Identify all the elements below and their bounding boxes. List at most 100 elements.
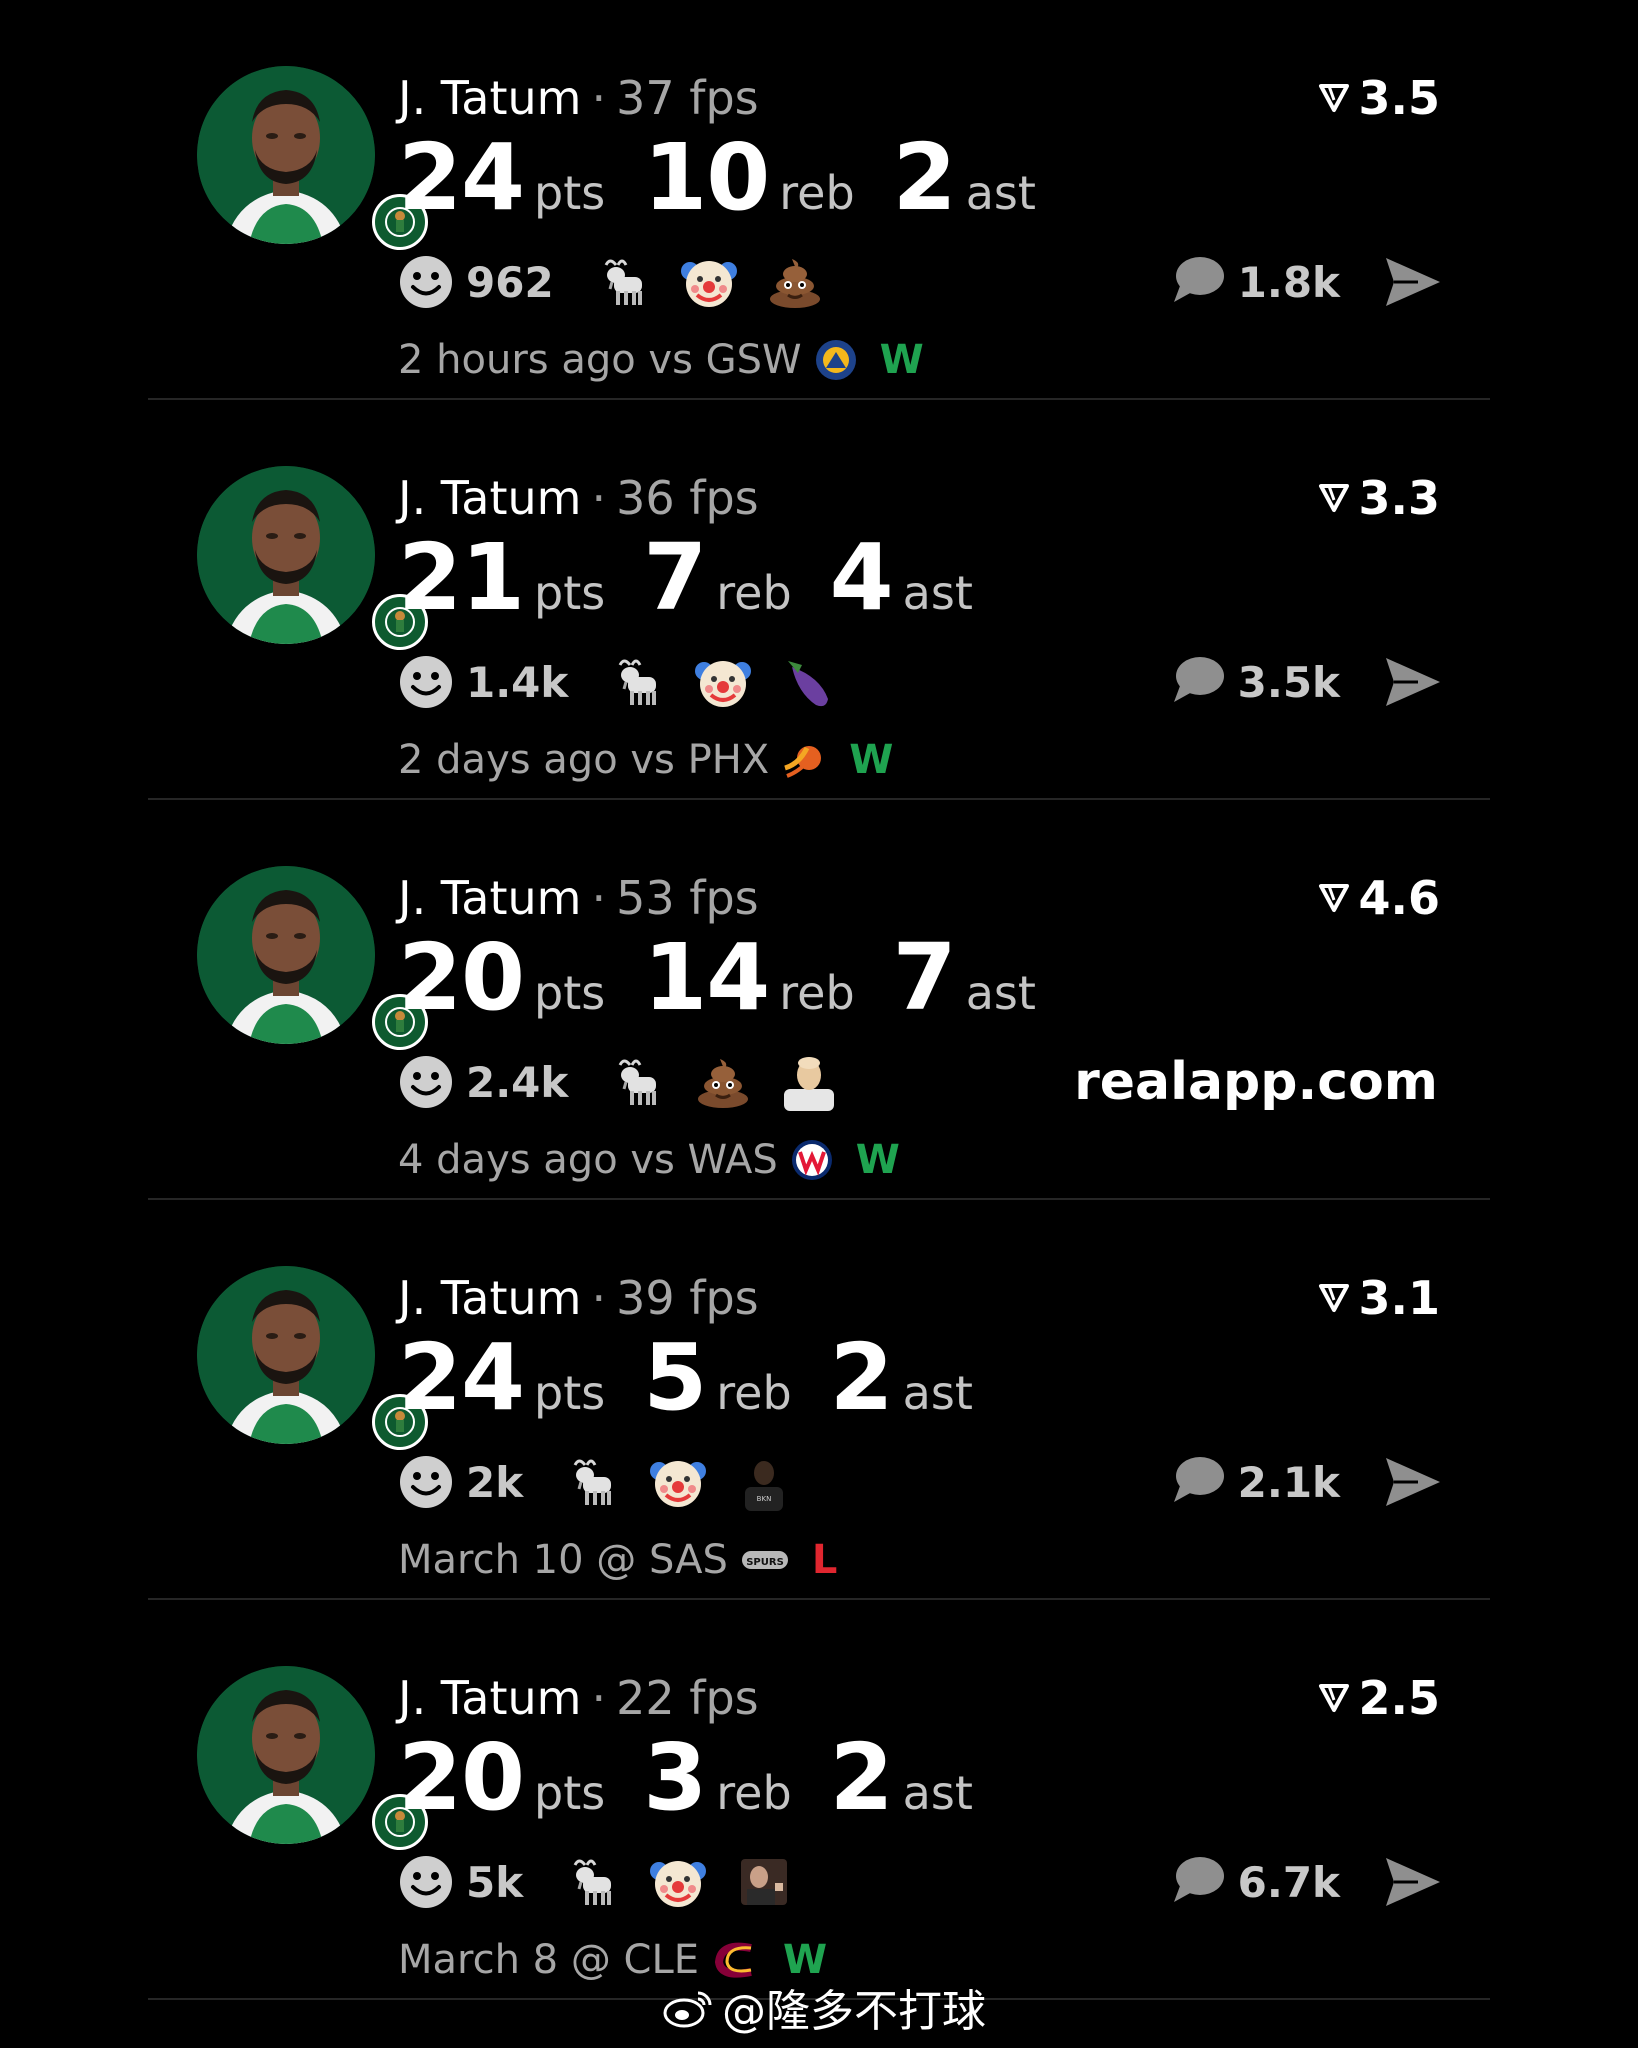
feed-card[interactable]: J. Tatum · 22 fps 20 pts 3 reb 2 ast 2.5 5k 6.7k Mar… — [148, 1600, 1490, 2000]
svg-text:SPURS: SPURS — [746, 1557, 784, 1568]
rating-value: 2.5 — [1358, 1671, 1441, 1725]
send-icon[interactable] — [1384, 654, 1442, 710]
stat-value: 2 — [829, 1724, 894, 1831]
comments-button[interactable]: 6.7k — [1170, 1850, 1340, 1914]
stat-value: 2 — [892, 124, 957, 231]
smile-icon[interactable] — [398, 1054, 454, 1110]
player-avatar[interactable] — [197, 866, 428, 1050]
stat-value: 14 — [643, 924, 770, 1031]
game-info: 2 hours ago vs GSW W — [398, 330, 924, 390]
player-avatar[interactable] — [197, 1266, 428, 1450]
bald-man-icon[interactable] — [780, 1053, 838, 1111]
comments-button[interactable]: 1.8k — [1170, 250, 1340, 314]
stat-reb: 7 reb — [643, 526, 791, 630]
separator: · — [591, 1671, 607, 1725]
eggplant-icon[interactable] — [780, 653, 838, 711]
comments-button[interactable]: 3.5k — [1170, 650, 1340, 714]
game-info: 2 days ago vs PHX W — [398, 730, 893, 790]
feed-card[interactable]: J. Tatum · 39 fps 24 pts 5 reb 2 ast 3.1 2k BKN 2.1k… — [148, 1200, 1490, 1600]
stat-pts: 21 pts — [398, 526, 605, 630]
rating-icon — [1317, 1268, 1359, 1328]
send-icon[interactable] — [1384, 1854, 1442, 1910]
stat-value: 7 — [892, 924, 957, 1031]
smile-icon[interactable] — [398, 1854, 454, 1910]
fantasy-points: 36 fps — [616, 471, 759, 525]
game-text: 2 hours ago vs GSW — [398, 337, 802, 383]
stat-line: 20 pts 14 reb 7 ast — [398, 926, 1074, 1030]
stat-label: pts — [534, 566, 606, 620]
comment-icon — [1170, 1854, 1226, 1910]
rating[interactable]: 3.5 — [1317, 68, 1441, 128]
stat-label: reb — [779, 166, 855, 220]
stat-value: 20 — [398, 1724, 525, 1831]
man-photo-icon[interactable] — [735, 1853, 793, 1911]
player-portrait-icon — [197, 1266, 375, 1444]
goat-icon[interactable] — [563, 1453, 621, 1511]
reaction-bar: 962 — [398, 250, 852, 314]
goat-icon[interactable] — [608, 653, 666, 711]
stat-label: pts — [534, 1766, 606, 1820]
player-avatar[interactable] — [197, 66, 428, 250]
send-icon[interactable] — [1384, 254, 1442, 310]
stat-line: 24 pts 5 reb 2 ast — [398, 1326, 1011, 1430]
feed-card[interactable]: J. Tatum · 37 fps 24 pts 10 reb 2 ast 3.5 962 1.8k 2… — [148, 0, 1490, 400]
player-name[interactable]: J. Tatum — [398, 71, 581, 125]
smile-icon[interactable] — [398, 654, 454, 710]
nets-player-icon[interactable]: BKN — [735, 1453, 793, 1511]
rating-value: 3.5 — [1358, 71, 1441, 125]
smile-icon[interactable] — [398, 254, 454, 310]
comment-icon — [1170, 654, 1226, 710]
stat-ast: 2 ast — [830, 1326, 973, 1430]
game-result: L — [811, 1537, 838, 1583]
game-info: 4 days ago vs WAS W — [398, 1130, 900, 1190]
poop-icon[interactable] — [694, 1053, 752, 1111]
player-avatar[interactable] — [197, 1666, 428, 1850]
goat-icon[interactable] — [563, 1853, 621, 1911]
game-result: W — [855, 1137, 900, 1183]
reaction-count: 5k — [466, 1857, 524, 1907]
stat-value: 2 — [829, 1324, 894, 1431]
goat-icon[interactable] — [594, 253, 652, 311]
game-result: W — [849, 737, 894, 783]
fantasy-points: 53 fps — [616, 871, 759, 925]
stat-reb: 14 reb — [643, 926, 854, 1030]
clown-icon[interactable] — [649, 1453, 707, 1511]
clown-icon[interactable] — [680, 253, 738, 311]
stat-pts: 20 pts — [398, 926, 605, 1030]
clown-icon[interactable] — [649, 1853, 707, 1911]
rating[interactable]: 3.1 — [1317, 1268, 1440, 1328]
goat-icon[interactable] — [608, 1053, 666, 1111]
player-name[interactable]: J. Tatum — [398, 871, 581, 925]
player-name[interactable]: J. Tatum — [398, 471, 581, 525]
stat-label: pts — [534, 166, 606, 220]
stat-line: 20 pts 3 reb 2 ast — [398, 1726, 1011, 1830]
poop-icon[interactable] — [766, 253, 824, 311]
stat-label: pts — [534, 966, 606, 1020]
suns-logo-icon — [781, 738, 827, 782]
player-header: J. Tatum · 22 fps — [398, 1668, 759, 1728]
feed-card[interactable]: J. Tatum · 53 fps 20 pts 14 reb 7 ast 4.6 2.4k real… — [148, 800, 1490, 1200]
smile-icon[interactable] — [398, 1454, 454, 1510]
rating[interactable]: 2.5 — [1317, 1668, 1441, 1728]
stat-reb: 3 reb — [643, 1726, 791, 1830]
promo-link[interactable]: realapp.com — [1074, 1046, 1438, 1118]
send-icon[interactable] — [1384, 1454, 1442, 1510]
stat-label: ast — [965, 966, 1036, 1020]
player-name[interactable]: J. Tatum — [398, 1671, 581, 1725]
stat-label: reb — [716, 1766, 792, 1820]
comment-count: 1.8k — [1237, 257, 1340, 307]
stat-pts: 24 pts — [398, 1326, 605, 1430]
player-avatar[interactable] — [197, 466, 428, 650]
separator: · — [591, 71, 607, 125]
player-name[interactable]: J. Tatum — [398, 1271, 581, 1325]
rating-icon — [1317, 68, 1359, 128]
rating[interactable]: 3.3 — [1317, 468, 1441, 528]
stat-label: ast — [902, 566, 973, 620]
feed-card[interactable]: J. Tatum · 36 fps 21 pts 7 reb 4 ast 3.3 1.4k 3.5k 2… — [148, 400, 1490, 800]
rating[interactable]: 4.6 — [1317, 868, 1440, 928]
clown-icon[interactable] — [694, 653, 752, 711]
comments-button[interactable]: 2.1k — [1170, 1450, 1340, 1514]
rating-icon — [1317, 468, 1359, 528]
rating-value: 3.3 — [1358, 471, 1441, 525]
stat-value: 5 — [643, 1324, 707, 1431]
